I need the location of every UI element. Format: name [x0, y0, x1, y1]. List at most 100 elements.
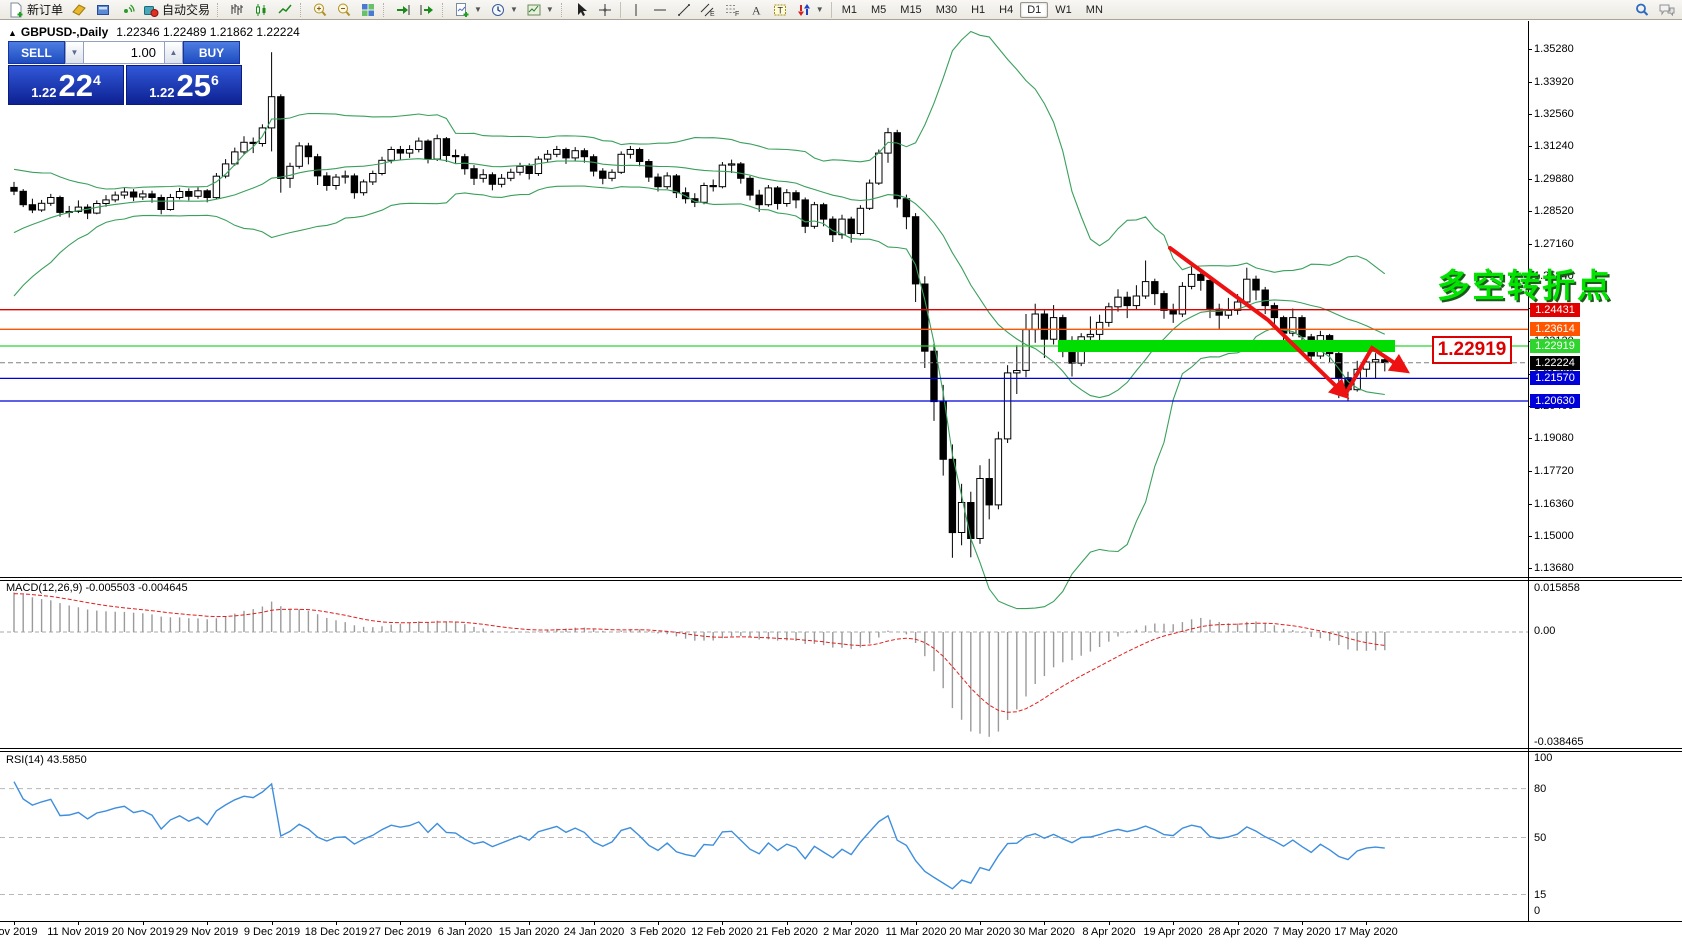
- time-axis-separator: [0, 921, 1682, 922]
- time-axis-tick: [207, 921, 208, 925]
- macd-signal-line: [13, 593, 1385, 713]
- time-axis-tick: [1044, 921, 1045, 925]
- price-level-badge: 1.22919: [1530, 339, 1580, 353]
- current-price-badge: 1.22224: [1530, 356, 1580, 370]
- volume-increase-button[interactable]: ▲: [164, 41, 183, 64]
- date-label: 29 Nov 2019: [175, 926, 239, 938]
- macd-histogram: [13, 592, 1386, 737]
- sell-price-big: 22: [58, 68, 93, 103]
- candles-layer: [10, 52, 1389, 558]
- rsi-name: RSI(14): [6, 754, 44, 766]
- price-axis-tick: [1528, 244, 1532, 245]
- price-axis-tick: [1528, 49, 1532, 50]
- date-label: 27 Dec 2019: [368, 926, 432, 938]
- price-tick-label: 1.27160: [1534, 238, 1574, 250]
- date-label: 11 Mar 2020: [885, 926, 947, 938]
- rsi-axis-label: 100: [1534, 752, 1553, 764]
- price-tick-label: 1.28520: [1534, 205, 1574, 217]
- time-axis-tick: [1109, 921, 1110, 925]
- date-label: 17 May 2020: [1334, 926, 1398, 938]
- time-axis-tick: [594, 921, 595, 925]
- date-label: 15 Jan 2020: [498, 926, 560, 938]
- one-click-toggle-icon[interactable]: ▲: [8, 28, 17, 38]
- buy-button[interactable]: BUY: [183, 41, 240, 64]
- date-label: 12 Feb 2020: [691, 926, 753, 938]
- buy-price-big: 25: [176, 68, 211, 103]
- macd-name: MACD(12,26,9): [6, 582, 83, 594]
- time-axis-tick: [1173, 921, 1174, 925]
- time-axis-tick: [336, 921, 337, 925]
- price-axis-tick: [1528, 504, 1532, 505]
- macd-indicator-label: MACD(12,26,9) -0.005503 -0.004645: [6, 582, 188, 594]
- time-axis-tick: [1366, 921, 1367, 925]
- volume-input[interactable]: 1.00: [84, 41, 164, 64]
- date-label: 18 Dec 2019: [304, 926, 368, 938]
- date-label: 19 Apr 2020: [1143, 926, 1203, 938]
- buy-price-sup: 6: [211, 72, 219, 88]
- price-axis-tick: [1528, 471, 1532, 472]
- time-axis-tick: [851, 921, 852, 925]
- macd-values: -0.005503 -0.004645: [85, 582, 188, 594]
- time-axis-tick: [980, 921, 981, 925]
- time-axis-tick: [658, 921, 659, 925]
- date-label: 20 Mar 2020: [949, 926, 1011, 938]
- date-label: 3 Feb 2020: [630, 926, 686, 938]
- price-axis-tick: [1528, 179, 1532, 180]
- rsi-axis-label: 50: [1534, 832, 1547, 844]
- date-label: 30 Mar 2020: [1013, 926, 1075, 938]
- rsi-axis-label: 15: [1534, 889, 1547, 901]
- price-level-badge: 1.21570: [1530, 371, 1580, 385]
- date-label: 2 Mar 2020: [823, 926, 879, 938]
- price-tick-label: 1.19080: [1534, 432, 1574, 444]
- time-axis-tick: [14, 921, 15, 925]
- time-axis-tick: [722, 921, 723, 925]
- rsi-value: 43.5850: [46, 754, 87, 766]
- rsi-line: [13, 781, 1385, 890]
- pane-separator: [0, 580, 1682, 581]
- time-axis-tick: [529, 921, 530, 925]
- price-axis-tick: [1528, 568, 1532, 569]
- bollinger-bands: [13, 30, 1386, 610]
- price-level-badge: 1.23614: [1530, 322, 1580, 336]
- price-tick-label: 1.33920: [1534, 76, 1574, 88]
- price-axis-tick: [1528, 211, 1532, 212]
- price-tick-label: 1.15000: [1534, 530, 1574, 542]
- pane-separator: [0, 751, 1682, 752]
- time-axis-tick: [400, 921, 401, 925]
- pane-separator[interactable]: [0, 748, 1682, 749]
- date-label: Nov 2019: [0, 926, 38, 938]
- date-label: 7 May 2020: [1273, 926, 1331, 938]
- trend-arrow[interactable]: [1168, 246, 1350, 400]
- price-tick-label: 1.31240: [1534, 140, 1574, 152]
- chart-ohlc-values: 1.22346 1.22489 1.21862 1.22224: [116, 25, 300, 39]
- chart-title-bar: ▲ GBPUSD-,Daily 1.22346 1.22489 1.21862 1.…: [8, 25, 300, 39]
- time-axis-tick: [465, 921, 466, 925]
- chart-symbol-label: GBPUSD-,Daily: [20, 25, 109, 39]
- price-tick-label: 1.17720: [1534, 465, 1574, 477]
- date-label: 6 Jan 2020: [437, 926, 493, 938]
- time-axis-tick: [1238, 921, 1239, 925]
- date-label: 28 Apr 2020: [1208, 926, 1268, 938]
- pane-separator[interactable]: [0, 577, 1682, 578]
- buy-price-small: 1.22: [149, 85, 175, 100]
- sell-button[interactable]: SELL: [8, 41, 65, 64]
- one-click-trading-panel: SELL ▼ 1.00 ▲ BUY 1.22 22 4 1.22 25 6: [8, 41, 242, 105]
- sell-price-display[interactable]: 1.22 22 4: [8, 65, 124, 105]
- macd-axis-label: 0.00: [1534, 625, 1556, 637]
- sell-price-small: 1.22: [31, 85, 57, 100]
- pivot-point-annotation: 多空转折点: [1437, 267, 1612, 304]
- price-tick-label: 1.35280: [1534, 43, 1574, 55]
- volume-decrease-button[interactable]: ▼: [65, 41, 84, 64]
- support-zone-bar[interactable]: [1058, 340, 1395, 352]
- date-label: 11 Nov 2019: [47, 926, 109, 938]
- time-axis-tick: [916, 921, 917, 925]
- price-axis-tick: [1528, 438, 1532, 439]
- sell-price-sup: 4: [93, 72, 101, 88]
- price-chart-canvas[interactable]: [0, 0, 1682, 945]
- time-axis-tick: [1302, 921, 1303, 925]
- buy-price-display[interactable]: 1.22 25 6: [126, 65, 242, 105]
- time-axis-tick: [272, 921, 273, 925]
- macd-axis-label: 0.015858: [1534, 582, 1580, 594]
- rsi-indicator-label: RSI(14) 43.5850: [6, 754, 87, 766]
- support-price-label: 1.22919: [1432, 336, 1512, 364]
